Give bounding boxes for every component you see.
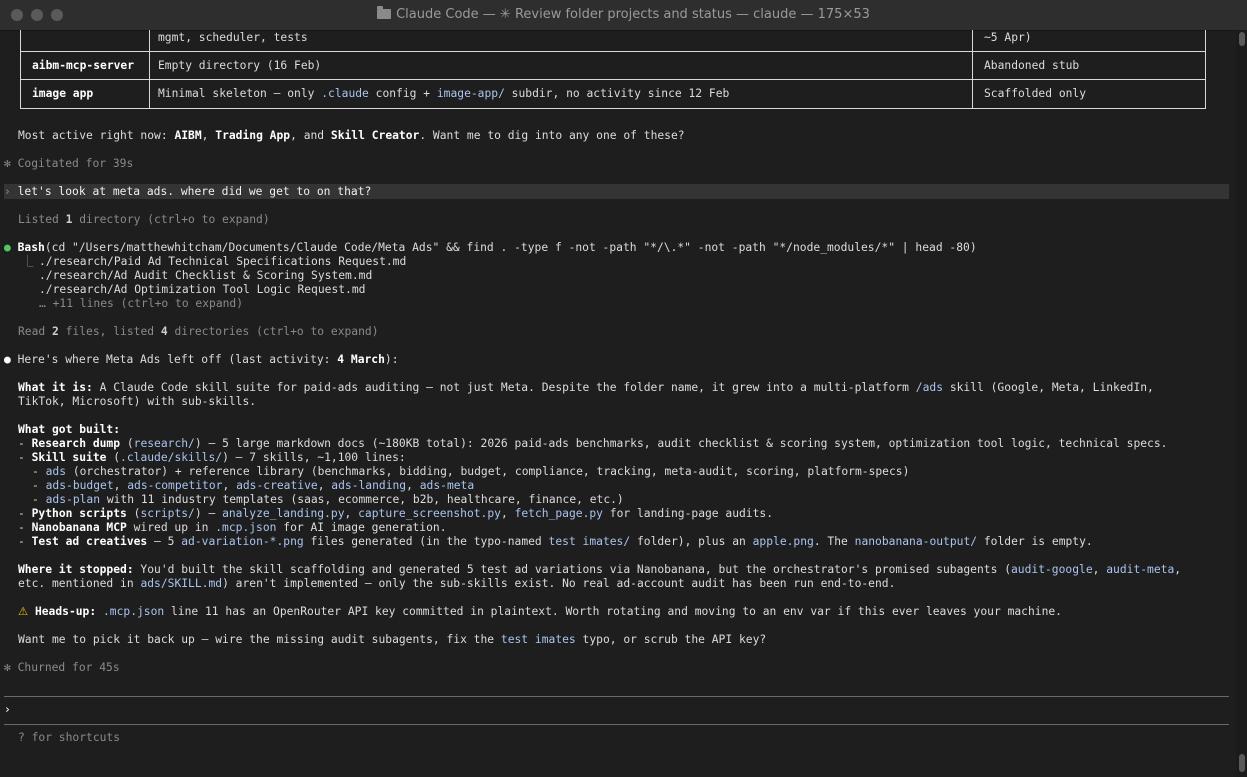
- window-title: Claude Code — ✳ Review folder projects a…: [0, 6, 1247, 22]
- list-item: - ads-budget, ads-competitor, ads-creati…: [32, 479, 475, 492]
- reply-intro: ● Here's where Meta Ads left off (last a…: [4, 353, 399, 366]
- shortcuts-hint: ? for shortcuts: [18, 731, 121, 744]
- scrollbar[interactable]: [1236, 30, 1247, 777]
- bullet-icon: ●: [4, 353, 11, 366]
- branch-icon: ⎿: [22, 255, 34, 268]
- summary-line: Most active right now: AIBM, Trading App…: [18, 129, 685, 142]
- bash-tool-call: ● Bash(cd "/Users/matthewhitcham/Documen…: [4, 241, 977, 254]
- scrollbar-thumb[interactable]: [1239, 754, 1245, 772]
- list-item: - Python scripts (scripts/) — analyze_la…: [18, 507, 774, 520]
- list-item: - Skill suite (.claude/skills/) — 7 skil…: [18, 451, 406, 464]
- prompt-input[interactable]: [18, 703, 1218, 717]
- user-prompt: › let's look at meta ads. where did we g…: [4, 185, 372, 198]
- prompt-chevron-icon: ›: [4, 185, 11, 198]
- bash-output-line: ./research/Ad Audit Checklist & Scoring …: [39, 269, 373, 282]
- what-got-built-heading: What got built:: [18, 423, 121, 436]
- bash-output-line: ./research/Paid Ad Technical Specificati…: [39, 255, 407, 268]
- heads-up-warning: ⚠ Heads-up: .mcp.json line 11 has an Ope…: [18, 605, 1062, 618]
- what-it-is-cont: TikTok, Microsoft) with sub-skills.: [18, 395, 257, 408]
- input-top-border: [4, 696, 1229, 697]
- list-item: - Nanobanana MCP wired up in .mcp.json f…: [18, 521, 447, 534]
- list-item: - Research dump (research/) — 5 large ma…: [18, 437, 1168, 450]
- input-bottom-border: [4, 724, 1229, 725]
- sparkle-icon: ✻: [4, 661, 11, 674]
- bullet-icon: ●: [4, 241, 11, 254]
- what-it-is: What it is: A Claude Code skill suite fo…: [18, 381, 1154, 394]
- list-item: - Test ad creatives — 5 ad-variation-*.p…: [18, 535, 1093, 548]
- window-titlebar: Claude Code — ✳ Review folder projects a…: [0, 0, 1247, 31]
- read-summary[interactable]: Read 2 files, listed 4 directories (ctrl…: [18, 325, 379, 339]
- bash-output-line: ./research/Ad Optimization Tool Logic Re…: [39, 283, 366, 296]
- list-item: - ads (orchestrator) + reference library…: [32, 465, 910, 478]
- input-caret-icon: ›: [4, 703, 11, 716]
- follow-up-question: Want me to pick it back up — wire the mi…: [18, 633, 767, 646]
- where-it-stopped: Where it stopped: You'd built the skill …: [18, 563, 1182, 576]
- bash-output-more[interactable]: … +11 lines (ctrl+o to expand): [39, 297, 243, 311]
- churned-status: ✻ Churned for 45s: [4, 661, 120, 674]
- scrollbar-thumb-top[interactable]: [1239, 32, 1245, 46]
- warning-icon: ⚠: [18, 605, 29, 618]
- folder-icon: [377, 6, 392, 19]
- listed-summary[interactable]: Listed 1 directory (ctrl+o to expand): [18, 213, 270, 227]
- list-item: - ads-plan with 11 industry templates (s…: [32, 493, 624, 506]
- where-it-stopped-cont: etc. mentioned in ads/SKILL.md) aren't i…: [18, 577, 896, 590]
- sparkle-icon: ✻: [4, 157, 11, 170]
- cogitated-status: ✻ Cogitated for 39s: [4, 157, 134, 170]
